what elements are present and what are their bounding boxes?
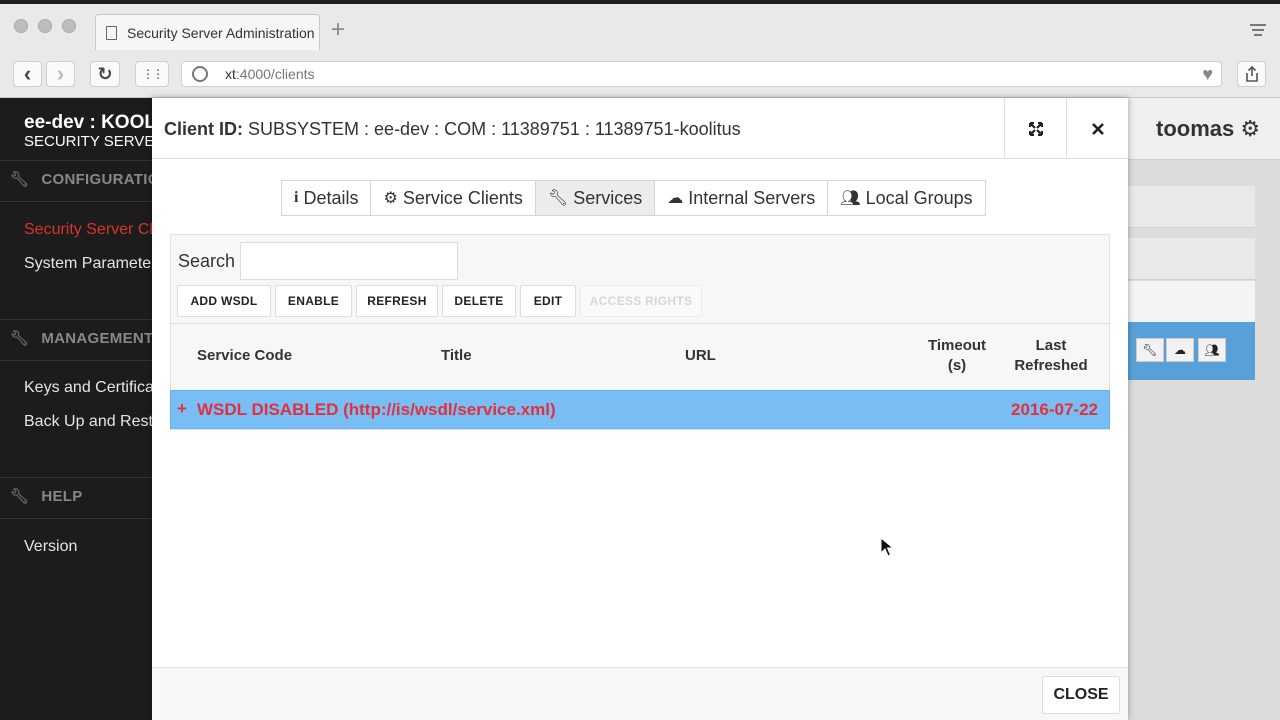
column-service-code[interactable]: Service Code [197, 347, 292, 364]
expand-icon[interactable]: + [177, 399, 187, 419]
gear-icon: ⚙ [1240, 116, 1261, 141]
globe-icon [192, 66, 208, 82]
apps-grid-button[interactable]: ⋮⋮ [135, 61, 169, 87]
column-timeout[interactable]: Timeout (s) [923, 336, 991, 376]
add-wsdl-button[interactable]: ADD WSDL [177, 285, 271, 317]
sidebar: ee-dev : KOOLITUS SECURITY SERVER 🔧︎CONF… [0, 98, 152, 720]
client-details-dialog: Client ID: SUBSYSTEM : ee-dev : COM : 11… [152, 98, 1128, 720]
cloud-icon: ☁ [667, 190, 684, 207]
reload-button[interactable]: ↻ [90, 61, 120, 87]
table-row[interactable]: + WSDL DISABLED (http://is/wsdl/service.… [170, 390, 1110, 429]
tab-details[interactable]: i Details [281, 180, 372, 216]
column-title[interactable]: Title [441, 347, 472, 364]
back-button[interactable]: ‹ [13, 61, 42, 87]
enable-button[interactable]: ENABLE [275, 285, 352, 317]
sidebar-section-management: 🔧︎ MANAGEMENT [10, 330, 152, 347]
mouse-cursor-icon [880, 537, 894, 557]
username: toomas [1156, 116, 1235, 141]
last-refreshed-value: 2016-07-22 [1011, 400, 1098, 419]
chrome-top-line [0, 0, 1280, 4]
user-menu[interactable]: toomas ⚙ [1156, 116, 1260, 142]
maximize-icon [1028, 121, 1043, 136]
new-tab-button[interactable]: + [331, 18, 345, 42]
sidebar-item-security-server-clients[interactable]: Security Server Clients [24, 221, 152, 239]
sidebar-section-configuration: 🔧︎CONFIGURATION [10, 171, 152, 188]
url-text: xt:4000/clients [225, 66, 315, 82]
forward-icon: › [56, 61, 65, 86]
wrench-icon: 🔧︎ [10, 330, 30, 347]
sidebar-item-keys-and-certificates[interactable]: Keys and Certificates [24, 379, 152, 397]
dialog-footer: CLOSE [152, 667, 1128, 720]
maximize-button[interactable] [1004, 98, 1066, 159]
cloud-icon[interactable]: ☁ [1166, 338, 1194, 362]
dialog-title: Client ID: SUBSYSTEM : ee-dev : COM : 11… [164, 119, 741, 139]
window-minimize-dot[interactable] [38, 19, 52, 33]
wsdl-label: WSDL DISABLED (http://is/wsdl/service.xm… [197, 400, 556, 419]
share-button[interactable] [1237, 61, 1266, 87]
address-bar[interactable]: xt:4000/clients ♥ [181, 61, 1222, 87]
delete-button[interactable]: DELETE [442, 285, 516, 317]
close-icon [1091, 122, 1104, 135]
close-dialog-button[interactable] [1066, 98, 1128, 159]
wrench-icon: 🔧︎ [547, 190, 569, 207]
sidebar-item-system-parameters[interactable]: System Parameters [24, 255, 152, 273]
document-icon [106, 25, 117, 40]
column-url[interactable]: URL [685, 347, 716, 364]
tab-internal-servers[interactable]: ☁ Internal Servers [654, 180, 829, 216]
dialog-header: Client ID: SUBSYSTEM : ee-dev : COM : 11… [152, 98, 1128, 159]
sidebar-server-subtitle: SECURITY SERVER [24, 133, 152, 150]
dialog-tabs: i Details ⚙ Service Clients 🔧︎ Services ☁ In… [281, 180, 986, 216]
users-icon[interactable]: 👥︎ [1198, 338, 1226, 362]
edit-button[interactable]: EDIT [520, 285, 576, 317]
heart-icon[interactable]: ♥ [1202, 64, 1213, 85]
close-button[interactable]: CLOSE [1042, 676, 1120, 714]
info-icon: i [294, 189, 299, 206]
browser-tab-title: Security Server Administration [127, 24, 315, 41]
sidebar-server-title: ee-dev : KOOLITUS [24, 112, 152, 133]
window-close-dot[interactable] [14, 19, 28, 33]
search-input[interactable] [240, 242, 458, 280]
users-icon: 👥︎ [840, 190, 861, 207]
window-zoom-dot[interactable] [62, 19, 76, 33]
wrench-icon: 🔧︎ [10, 488, 30, 505]
refresh-button[interactable]: REFRESH [356, 285, 438, 317]
tab-local-groups[interactable]: 👥︎ Local Groups [827, 180, 986, 216]
access-rights-button[interactable]: ACCESS RIGHTS [580, 285, 702, 317]
cogs-icon: ⚙ [383, 190, 398, 207]
back-icon: ‹ [23, 61, 32, 86]
tab-service-clients[interactable]: ⚙ Service Clients [370, 180, 536, 216]
background-content: toomas ⚙ 🔧︎ ☁ 👥︎ [1128, 98, 1280, 720]
grid-icon: ⋮⋮ [142, 67, 164, 81]
wrench-icon: 🔧︎ [10, 171, 30, 188]
browser-tab[interactable]: Security Server Administration [95, 14, 320, 50]
wrench-icon[interactable]: 🔧︎ [1136, 338, 1164, 362]
sidebar-section-help: 🔧︎ HELP [10, 488, 83, 505]
column-last-refreshed[interactable]: Last Refreshed [1007, 336, 1095, 376]
tab-services[interactable]: 🔧︎ Services [534, 180, 656, 216]
sidebar-item-version[interactable]: Version [24, 538, 77, 556]
browser-chrome: Security Server Administration + ‹ › ↻ ⋮… [0, 0, 1280, 98]
search-label: Search [178, 251, 236, 271]
share-icon [1245, 66, 1258, 82]
forward-button[interactable]: › [46, 61, 75, 87]
sidebar-item-back-up-and-restore[interactable]: Back Up and Restore [24, 413, 152, 431]
reload-icon: ↻ [97, 63, 113, 84]
tab-menu-icon[interactable] [1250, 24, 1266, 39]
